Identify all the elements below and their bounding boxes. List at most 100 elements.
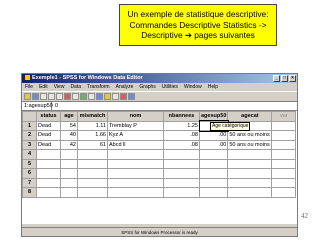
table-cell[interactable] — [271, 177, 297, 188]
table-cell[interactable] — [198, 168, 229, 179]
menu-transform[interactable]: Transform — [87, 83, 110, 91]
split-file-icon[interactable] — [96, 93, 103, 100]
undo-icon[interactable] — [48, 93, 55, 100]
table-cell[interactable] — [60, 177, 78, 188]
print-icon[interactable] — [40, 93, 47, 100]
menu-analyze[interactable]: Analyze — [116, 83, 134, 91]
row-number[interactable]: 6 — [22, 168, 37, 179]
table-cell[interactable] — [107, 158, 164, 169]
table-cell[interactable] — [60, 168, 78, 179]
table-cell[interactable]: 50 ans ou moins — [227, 130, 273, 141]
table-cell[interactable] — [77, 149, 108, 160]
table-cell[interactable] — [227, 177, 273, 188]
table-cell[interactable] — [36, 149, 61, 160]
value-labels-icon[interactable] — [120, 93, 127, 100]
close-button[interactable]: × — [289, 75, 296, 82]
goto-chart-icon[interactable] — [64, 93, 71, 100]
table-cell[interactable] — [36, 168, 61, 179]
table-cell[interactable] — [60, 158, 78, 169]
minimize-button[interactable]: _ — [273, 75, 280, 82]
column-header[interactable]: agesup50 — [198, 111, 229, 122]
menu-data[interactable]: Data — [70, 83, 81, 91]
table-cell[interactable] — [271, 139, 297, 150]
table-cell[interactable] — [163, 158, 200, 169]
table-cell[interactable] — [36, 158, 61, 169]
table-cell[interactable]: .00 — [198, 130, 229, 141]
table-cell[interactable]: 54 — [60, 120, 78, 131]
row-number[interactable]: 3 — [22, 139, 37, 150]
table-cell[interactable]: Dead — [36, 139, 61, 150]
table-cell[interactable] — [60, 187, 78, 198]
table-cell[interactable]: Kyz A — [107, 130, 164, 141]
table-cell[interactable]: .08 — [163, 130, 200, 141]
table-cell[interactable] — [60, 149, 78, 160]
table-cell[interactable] — [77, 158, 108, 169]
row-number[interactable]: 7 — [22, 177, 37, 188]
table-cell[interactable] — [198, 177, 229, 188]
window-titlebar[interactable]: Exemple1 - SPSS for Windows Data Editor … — [22, 74, 297, 83]
row-number[interactable]: 5 — [22, 158, 37, 169]
menu-window[interactable]: Window — [184, 83, 202, 91]
table-cell[interactable] — [163, 149, 200, 160]
menu-help[interactable]: Help — [208, 83, 218, 91]
use-sets-icon[interactable] — [128, 93, 135, 100]
save-icon[interactable] — [32, 93, 39, 100]
menu-file[interactable]: File — [25, 83, 33, 91]
select-cases-icon[interactable] — [112, 93, 119, 100]
column-header[interactable]: var — [271, 111, 297, 122]
column-header[interactable]: nom — [107, 111, 164, 122]
table-cell[interactable]: 1.66 — [77, 130, 108, 141]
row-number[interactable]: 1 — [22, 120, 37, 131]
table-cell[interactable] — [227, 187, 273, 198]
table-cell[interactable] — [271, 130, 297, 141]
row-number[interactable]: 8 — [22, 187, 37, 198]
table-cell[interactable] — [271, 120, 297, 131]
menu-view[interactable]: View — [54, 83, 65, 91]
table-cell[interactable] — [198, 149, 229, 160]
table-cell[interactable]: 1.11 — [77, 120, 108, 131]
table-cell[interactable]: Abcd ll — [107, 139, 164, 150]
table-cell[interactable] — [227, 158, 273, 169]
table-cell[interactable] — [77, 177, 108, 188]
row-number[interactable]: 2 — [22, 130, 37, 141]
table-cell[interactable] — [163, 187, 200, 198]
table-cell[interactable] — [271, 187, 297, 198]
table-cell[interactable]: 1.25 — [163, 120, 200, 131]
table-cell[interactable] — [107, 187, 164, 198]
table-cell[interactable] — [107, 168, 164, 179]
table-cell[interactable] — [163, 168, 200, 179]
find-icon[interactable] — [72, 93, 79, 100]
table-cell[interactable] — [77, 187, 108, 198]
table-cell[interactable] — [198, 158, 229, 169]
table-cell[interactable] — [271, 149, 297, 160]
table-cell[interactable] — [107, 177, 164, 188]
cell-value-input[interactable]: 0 — [52, 102, 58, 111]
table-cell[interactable]: 40 — [60, 130, 78, 141]
column-header[interactable]: status — [36, 111, 61, 122]
table-cell[interactable] — [107, 149, 164, 160]
menu-edit[interactable]: Edit — [39, 83, 48, 91]
table-cell[interactable]: 61 — [77, 139, 108, 150]
table-cell[interactable]: Dead — [36, 120, 61, 131]
table-cell[interactable] — [271, 168, 297, 179]
maximize-button[interactable]: □ — [281, 75, 288, 82]
row-number[interactable]: 4 — [22, 149, 37, 160]
table-cell[interactable] — [198, 187, 229, 198]
weight-cases-icon[interactable] — [104, 93, 111, 100]
table-cell[interactable]: 42 — [60, 139, 78, 150]
table-cell[interactable] — [163, 177, 200, 188]
insert-variable-icon[interactable] — [88, 93, 95, 100]
table-cell[interactable]: Tremblay P — [107, 120, 164, 131]
column-header[interactable]: age — [60, 111, 78, 122]
table-cell[interactable]: .00 — [198, 139, 229, 150]
insert-case-icon[interactable] — [80, 93, 87, 100]
table-cell[interactable] — [227, 168, 273, 179]
column-header[interactable]: agecat — [227, 111, 273, 122]
table-cell[interactable]: Dead — [36, 130, 61, 141]
column-header[interactable]: nbannees — [163, 111, 200, 122]
corner-cell[interactable] — [22, 111, 37, 122]
table-cell[interactable] — [227, 149, 273, 160]
menu-graphs[interactable]: Graphs — [139, 83, 155, 91]
redo-icon[interactable] — [56, 93, 63, 100]
column-header[interactable]: mismatch — [77, 111, 108, 122]
